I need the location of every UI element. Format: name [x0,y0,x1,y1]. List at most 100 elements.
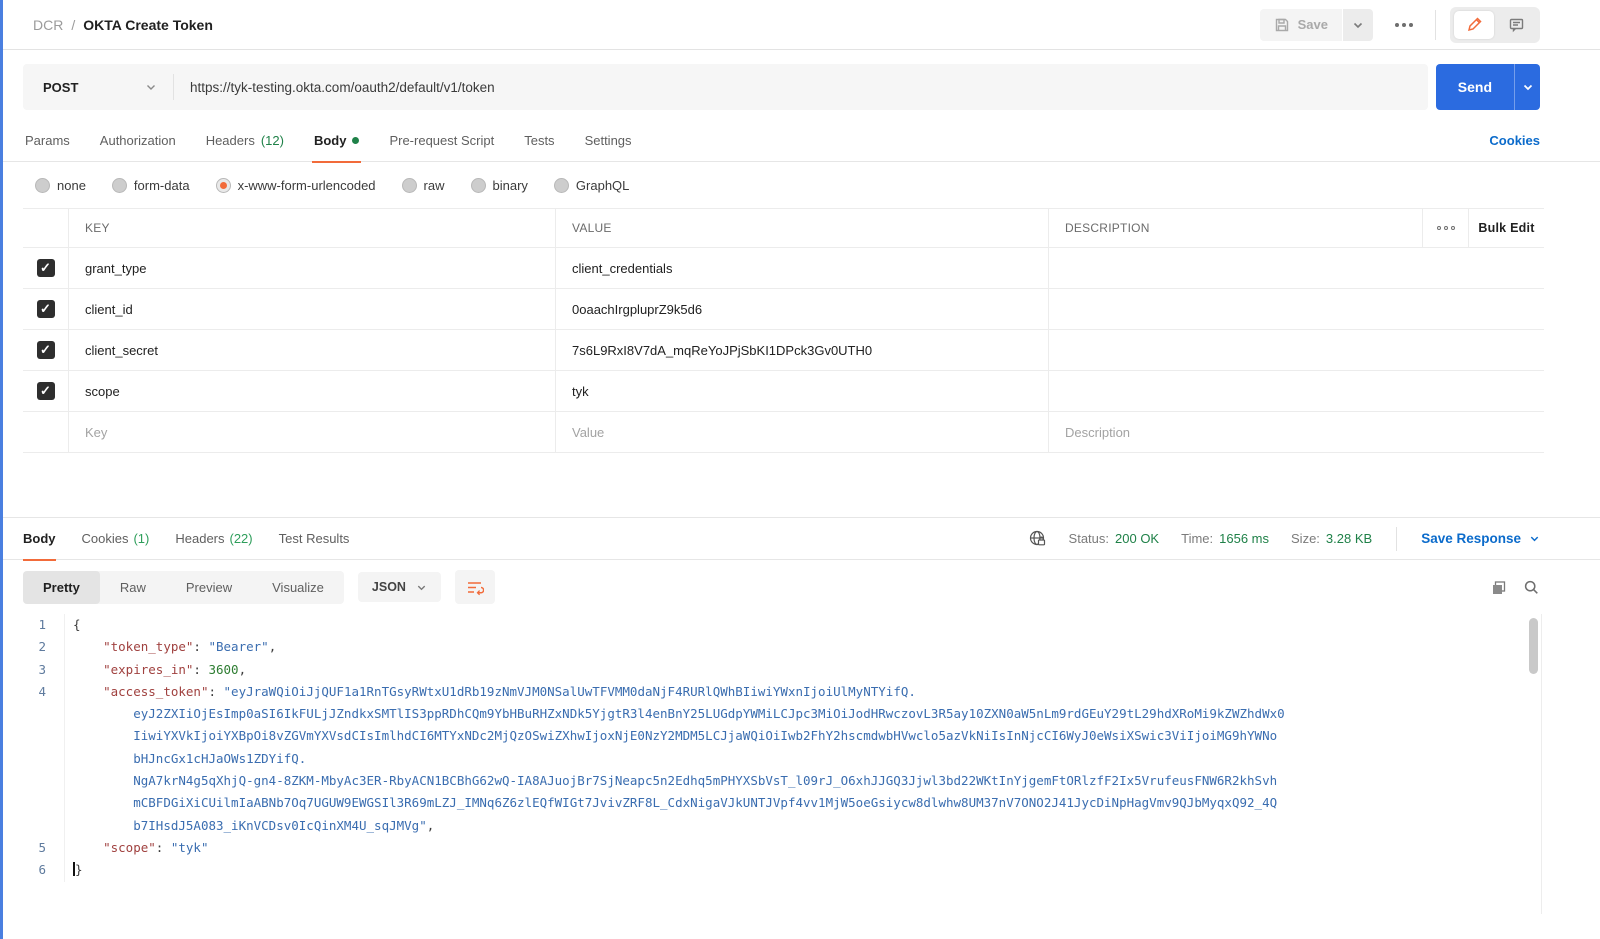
method-select[interactable]: POST [23,80,173,95]
row-checkbox[interactable]: ✓ [36,259,55,277]
response-viewer-controls: Pretty Raw Preview Visualize JSON [23,570,1540,604]
format-select[interactable]: JSON [357,572,441,602]
view-preview[interactable]: Preview [166,571,252,604]
save-options-button[interactable] [1343,8,1373,41]
row-checkbox[interactable]: ✓ [36,382,55,400]
cookies-link[interactable]: Cookies [1489,133,1540,148]
chevron-down-icon [145,81,157,93]
key-placeholder[interactable]: Key [69,412,556,452]
scrollbar-track [1541,614,1542,914]
wrap-lines-button[interactable] [454,570,495,604]
response-body-editor[interactable]: 1{2 "token_type": "Bearer", 3 "expires_in… [3,614,1600,926]
radio-icon [401,177,417,193]
save-response-button[interactable]: Save Response [1421,531,1540,546]
tab-headers[interactable]: Headers (12) [206,120,284,162]
code-line: bHJncGx1cHJaOWs1ZDYifQ. [3,747,1600,771]
value-placeholder[interactable]: Value [556,412,1049,452]
body-modified-dot [352,137,360,144]
header-actions: Save [1259,6,1540,43]
param-description[interactable] [1049,330,1544,370]
tab-settings[interactable]: Settings [585,120,632,162]
cookies-count: (1) [133,531,150,546]
response-tab-test-results[interactable]: Test Results [279,517,350,560]
row-checkbox[interactable]: ✓ [36,300,55,318]
param-key[interactable]: client_id [69,289,556,329]
row-checkbox[interactable]: ✓ [36,341,55,359]
tab-body[interactable]: Body [311,120,361,163]
description-placeholder[interactable]: Description [1049,412,1544,452]
line-number [3,747,65,771]
copy-response-button[interactable] [1490,579,1507,596]
mode-none[interactable]: none [35,177,86,193]
line-number [3,792,65,815]
response-tab-cookies[interactable]: Cookies (1) [82,517,150,560]
view-visualize[interactable]: Visualize [252,571,344,604]
table-row: ✓ client_id 0oaachIrgpluprZ9k5d6 [23,289,1544,330]
tab-pre-request-script[interactable]: Pre-request Script [389,120,494,162]
postman-request-window: DCR / OKTA Create Token Save POST https:… [0,0,1600,939]
request-title[interactable]: OKTA Create Token [83,17,213,33]
meta-divider [1396,526,1398,551]
method-value: POST [43,79,79,95]
radio-icon [553,177,569,193]
line-number: 4 [3,680,65,704]
line-number: 5 [3,836,65,860]
param-value[interactable]: tyk [556,371,1049,411]
size-label: Size: [1291,531,1320,546]
response-tab-body[interactable]: Body [23,517,56,561]
param-value[interactable]: client_credentials [556,248,1049,288]
code-line: IiwiYXVkIjoiYXBpOi8vZGVmYXVsdCIsImlhdCI6… [3,725,1600,748]
response-meta: Status: 200 OK Time: 1656 ms Size: 3.28 KB … [1028,526,1540,551]
comments-button[interactable] [1496,11,1536,39]
view-pretty[interactable]: Pretty [23,570,100,604]
table-row: ✓ client_secret 7s6L9RxI8V7dA_mqReYoJPjS… [23,330,1544,371]
response-tools [1490,579,1540,596]
tab-authorization[interactable]: Authorization [100,120,176,162]
mode-x-www-form-urlencoded[interactable]: x-www-form-urlencoded [215,177,376,193]
save-button[interactable]: Save [1259,8,1342,41]
view-raw[interactable]: Raw [100,571,166,604]
mode-graphql[interactable]: GraphQL [553,177,629,193]
code-line: NgA7krN4g5qXhjQ-gn4-8ZKM-MbyAc3ER-RbyACN… [3,770,1600,793]
param-description[interactable] [1049,371,1544,411]
code-line: 4 "access_token": "eyJraWQiOiJjQUF1a1RnT… [3,680,1600,704]
bulk-edit-button[interactable]: Bulk Edit [1469,209,1544,247]
mode-form-data[interactable]: form-data [111,177,190,193]
comment-icon [1508,16,1525,33]
code-line: b7IHsdJ5A083_iKnVCDsv0IcQinXM4U_sqJMVg", [3,814,1600,837]
response-tab-headers[interactable]: Headers (22) [175,517,252,560]
code-line: 5 "scope": "tyk" [3,836,1600,860]
tab-params[interactable]: Params [25,120,70,162]
send-button-group: Send [1435,64,1540,110]
url-input[interactable]: https://tyk-testing.okta.com/oauth2/defa… [174,80,495,95]
network-globe-lock-icon[interactable] [1028,529,1047,548]
code-line: eyJ2ZXIiOjEsImp0aSI6IkFULjJZndkxSMTlIS3p… [3,703,1600,726]
scrollbar-thumb[interactable] [1529,618,1538,674]
send-options-button[interactable] [1514,64,1540,110]
table-more-options-button[interactable] [1423,209,1469,247]
request-header: DCR / OKTA Create Token Save [3,0,1600,50]
send-button[interactable]: Send [1435,64,1514,110]
mode-binary[interactable]: binary [470,177,528,193]
code-line: 2 "token_type": "Bearer", [3,636,1600,659]
response-header: Body Cookies (1) Headers (22) Test Results… [3,517,1600,561]
edit-request-button[interactable] [1454,10,1494,39]
more-options-button[interactable] [1387,22,1421,27]
line-number [3,725,65,748]
param-key[interactable]: client_secret [69,330,556,370]
search-response-button[interactable] [1523,579,1540,596]
param-description[interactable] [1049,248,1544,288]
pencil-icon [1466,16,1483,33]
time-label: Time: [1181,531,1214,546]
param-value[interactable]: 0oaachIrgpluprZ9k5d6 [556,289,1049,329]
tab-tests[interactable]: Tests [524,120,554,162]
param-key[interactable]: scope [69,371,556,411]
mode-raw[interactable]: raw [401,177,445,193]
line-number [3,770,65,793]
code-line: 6} [3,859,1600,882]
param-value[interactable]: 7s6L9RxI8V7dA_mqReYoJPjSbKI1DPck3Gv0UTH0 [556,330,1049,370]
param-key[interactable]: grant_type [69,248,556,288]
param-description[interactable] [1049,289,1544,329]
breadcrumb-folder[interactable]: DCR [33,17,63,33]
table-row: ✓ grant_type client_credentials [23,248,1544,289]
